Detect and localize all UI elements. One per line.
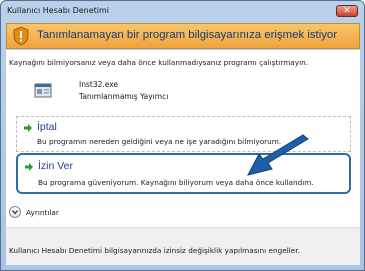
warning-banner: Tanımlanamayan bir program bilgisayarını…	[6, 23, 360, 49]
close-icon: ✕	[343, 6, 351, 16]
cancel-description: Bu programın nereden geldiğini veya ne i…	[37, 137, 282, 146]
dialog-content: Kaynağını bilmiyorsanız veya daha önce k…	[6, 50, 360, 265]
green-arrow-icon	[24, 124, 32, 132]
program-publisher: Tanımlanmamış Yayımcı	[79, 92, 169, 101]
uac-dialog: Kullanıcı Hesabı Denetimi ✕ Tanımlanamay…	[0, 0, 365, 271]
intro-text: Kaynağını bilmiyorsanız veya daha önce k…	[9, 58, 309, 67]
green-arrow-icon	[25, 163, 33, 171]
dialog-footer: Kullanıcı Hesabı Denetimi bilgisayarınız…	[6, 227, 360, 265]
footer-text: Kullanıcı Hesabı Denetimi bilgisayarınız…	[9, 246, 300, 255]
close-button[interactable]: ✕	[336, 5, 358, 17]
window-title: Kullanıcı Hesabı Denetimi	[7, 6, 110, 15]
program-icon	[34, 83, 52, 98]
banner-message: Tanımlanamayan bir program bilgisayarını…	[37, 29, 338, 41]
pointer-arrow-icon	[247, 134, 309, 176]
details-toggle[interactable]: Ayrıntılar	[6, 202, 360, 222]
program-name: Inst32.exe	[79, 80, 119, 89]
cancel-title: İptal	[37, 121, 57, 133]
warning-shield-icon	[13, 26, 29, 46]
allow-title: İzin Ver	[38, 160, 74, 172]
allow-description: Bu programa güveniyorum. Kaynağını biliy…	[38, 178, 314, 187]
details-label: Ayrıntılar	[26, 208, 59, 217]
chevron-down-icon	[9, 206, 21, 218]
title-bar: Kullanıcı Hesabı Denetimi ✕	[1, 1, 364, 23]
